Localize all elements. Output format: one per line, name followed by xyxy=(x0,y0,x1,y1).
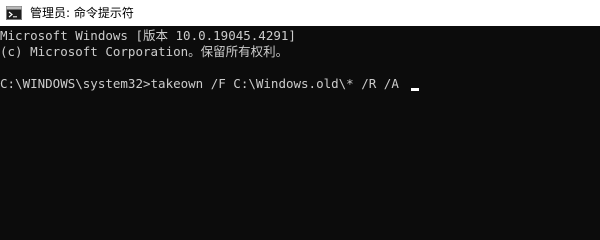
cmd-icon xyxy=(6,6,22,20)
text-cursor xyxy=(410,88,419,91)
window-titlebar[interactable]: 管理员: 命令提示符 xyxy=(0,0,600,26)
window-title: 管理员: 命令提示符 xyxy=(30,6,134,20)
console-command-line[interactable]: C:\WINDOWS\system32>takeown /F C:\Window… xyxy=(0,76,600,92)
command-text: C:\WINDOWS\system32>takeown /F C:\Window… xyxy=(0,76,399,91)
console-line-copyright: (c) Microsoft Corporation。保留所有权利。 xyxy=(0,44,289,59)
console-output[interactable]: Microsoft Windows [版本 10.0.19045.4291] (… xyxy=(0,26,600,222)
console-line-version: Microsoft Windows [版本 10.0.19045.4291] xyxy=(0,28,296,43)
